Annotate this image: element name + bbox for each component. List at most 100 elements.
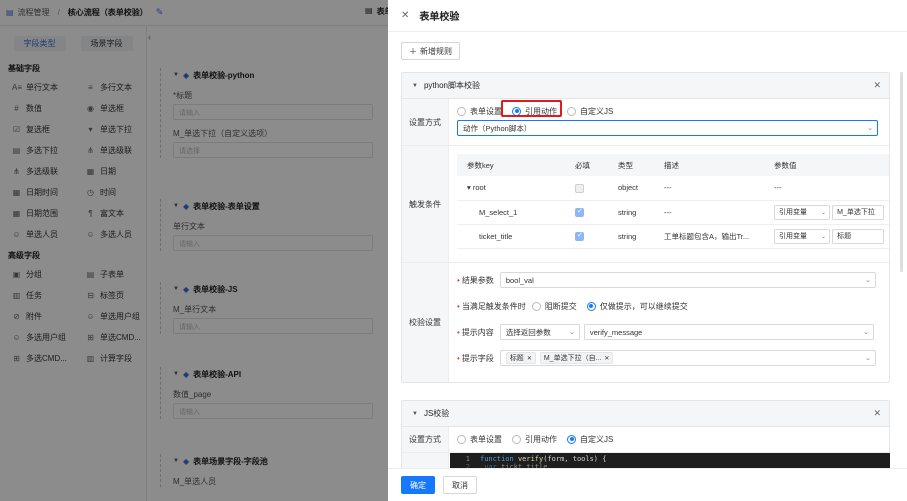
chevron-down-icon: ⌄ [864,355,871,362]
code-editor[interactable]: 1 function verify(form, tools) { 2 var ti… [450,453,890,468]
value-type-select[interactable]: 引用变量 ⌄ [774,204,830,220]
params-header-row: 参数key 必填 类型 描述 参数值 [457,154,889,176]
params-row: ▾ root object --- --- [457,176,889,201]
setting-mode-label: 设置方式 [402,99,449,145]
chevron-down-icon: ⌄ [864,277,871,284]
code-line-1: 1 function verify(form, tools) { [465,455,607,463]
action-select[interactable]: 动作（Python脚本） ⌄ [457,120,878,136]
value-input[interactable]: M_单选下拉 [832,204,885,220]
hint-content-label: • 提示内容 [457,327,494,337]
col-type: 类型 [608,154,654,176]
value-input[interactable]: 标题 [832,228,885,244]
tag-close-icon[interactable]: ✕ [527,355,532,362]
hint-field-tag: 标题 ✕ [505,352,536,364]
plus-icon: ＋ [409,46,417,56]
setting-mode-content: 表单设置 引用动作 自定义JS [449,427,889,452]
col-required: 必填 [565,154,608,176]
radio-option[interactable]: 仅做提示，可以继续提交 [586,301,688,312]
hint-content-value: verify_message [589,327,643,337]
checkbox-icon [575,183,584,193]
chevron-down-icon: ⌄ [867,125,873,132]
hint-field-tag-label: 标题 [509,355,524,362]
rule-card-title: JS校验 [423,409,450,418]
radio-circle-icon [567,434,576,444]
value-type-select[interactable]: 引用变量 ⌄ [774,228,830,244]
add-rule-label: 新增规则 [420,46,452,56]
tag-close-icon[interactable]: ✕ [604,355,609,362]
drawer-header: ✕ 表单校验 [388,0,907,32]
chevron-down-icon: ⌄ [820,209,826,216]
remove-rule-icon[interactable]: ✕ [873,408,881,419]
radio-label: 表单设置 [470,434,502,444]
radio-label: 表单设置 [470,106,502,116]
hint-content-type-select[interactable]: 选择返回参数 ⌄ [499,324,580,340]
hint-field-label: • 提示字段 [457,353,494,363]
hint-content-line: • 提示内容 选择返回参数 ⌄ verify_message ⌄ [457,321,881,343]
when-radios: 阻断提交 仅做提示，可以继续提交 [531,298,688,314]
verify-content: • 结果参数 bool_val ⌄ • 当满足触发条件时 阻断提交 仅做提示，可以继续… [449,263,889,382]
when-label: • 当满足触发条件时 [457,301,526,311]
setting-mode-label: 设置方式 [402,427,449,452]
verify-label: 校验设置 [402,263,449,382]
param-type: object [608,176,654,201]
radio-option[interactable]: 自定义JS [567,106,613,117]
cancel-button[interactable]: 取消 [443,476,477,494]
checkbox-icon [575,207,584,217]
hint-field-tag-label: M_单选下拉（自... [543,355,602,362]
result-param-label: • 结果参数 [457,275,494,285]
param-required [565,200,608,225]
result-param-line: • 结果参数 bool_val ⌄ [457,269,881,291]
rule-card-header[interactable]: ▼ python脚本校验 ✕ [402,73,889,99]
param-type: string [608,200,654,225]
hint-content-value-select[interactable]: verify_message ⌄ [583,324,874,340]
param-required [565,224,608,249]
hint-content-type-value: 选择返回参数 [505,327,551,337]
drawer-title: 表单校验 [419,12,460,23]
add-rule-button[interactable]: ＋ 新增规则 [401,42,460,60]
rule-card-title: python脚本校验 [423,81,480,90]
params-table: 参数key 必填 类型 描述 参数值 ▾ root object --- --- M_s… [457,154,889,249]
param-desc: --- [654,176,764,201]
hint-field-line: • 提示字段 标题 ✕ M_单选下拉（自... ✕ ⌄ [457,347,881,369]
confirm-button[interactable]: 确定 [401,476,435,494]
param-desc: 工单标题包含A，输出Tr... [654,224,764,249]
radio-label: 自定义JS [580,434,614,444]
remove-rule-icon[interactable]: ✕ [873,80,881,91]
param-desc: --- [654,200,764,225]
radio-option[interactable]: 表单设置 [457,106,502,117]
form-validation-drawer: ✕ 表单校验 ＋ 新增规则 ▼ python脚本校验 ✕ 设置方式 表单设置 引用… [388,0,907,501]
checkbox-icon [575,231,584,241]
close-icon[interactable]: ✕ [401,10,409,21]
result-param-select[interactable]: bool_val ⌄ [499,272,876,288]
col-param-key: 参数key [457,154,565,176]
collapse-triangle-icon[interactable]: ▼ [412,83,418,89]
radio-circle-icon [567,106,576,116]
drawer-body: ＋ 新增规则 ▼ python脚本校验 ✕ 设置方式 表单设置 引用动作 自定义JS… [388,32,907,468]
rule-card-js: ▼ JS校验 ✕ 设置方式 表单设置 引用动作 自定义JS 1 function ve… [401,400,890,468]
highlight-box [501,100,562,117]
radio-circle-icon [457,106,466,116]
param-key: ▾ root [457,176,565,201]
radio-label: 引用动作 [525,434,557,444]
col-param-value: 参数值 [764,154,889,176]
param-value: 引用变量 ⌄ M_单选下拉 [764,200,889,225]
setting-mode-row: 设置方式 表单设置 引用动作 自定义JS 动作（Python脚本） ⌄ [402,99,889,146]
params-row: ticket_titlestring工单标题包含A，输出Tr...引用变量⌄ 标… [457,224,889,249]
drawer-footer: 确定 取消 [388,468,907,501]
hint-field-select[interactable]: 标题 ✕ M_单选下拉（自... ✕ ⌄ [499,350,876,366]
radio-circle-icon [586,301,596,311]
rule-card-header[interactable]: ▼ JS校验 ✕ [402,401,889,427]
radio-option[interactable]: 表单设置 [457,434,502,445]
radio-option[interactable]: 阻断提交 [531,301,577,312]
radio-label: 仅做提示，可以继续提交 [599,301,688,311]
scrollbar[interactable] [900,72,903,272]
param-required [565,176,608,201]
param-value: --- [764,176,889,201]
radio-option[interactable]: 自定义JS [567,434,613,445]
radio-label: 阻断提交 [544,301,577,311]
radio-circle-icon [457,434,466,444]
param-key: ticket_title [457,224,565,249]
radio-option[interactable]: 引用动作 [512,434,557,445]
collapse-triangle-icon[interactable]: ▼ [412,411,418,417]
param-key: M_select_1 [457,200,565,225]
